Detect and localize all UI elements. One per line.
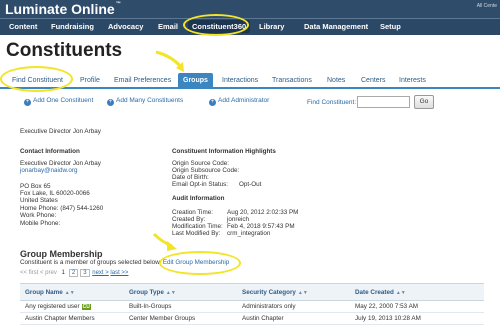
tab-interactions[interactable]: Interactions [222,77,258,84]
find-constituent-input[interactable] [357,96,410,108]
nav-content[interactable]: Content [9,22,37,31]
constituent-name: Executive Director Jon Arbay [20,128,101,135]
sort-icon: ▲▼ [297,289,308,296]
column-security-category[interactable]: Security Category ▲▼ [237,283,350,301]
cell-date-created: July 19, 2013 10:28 AM [350,312,484,325]
find-constituent-label: Find Constituent: [307,99,357,106]
group-membership-table: Group Name ▲▼ Group Type ▲▼ Security Categ… [20,283,484,325]
highlights-heading: Constituent Information Highlights [172,148,276,155]
pager-first[interactable]: << first [20,270,38,276]
tab-interests[interactable]: Interests [399,77,426,84]
modification-time-value: Feb 4, 2018 9:57:43 PM [227,223,295,230]
modified-by-value: crm_integration [227,230,271,237]
address-country: United States [20,197,58,204]
email-optin-label: Email Opt-in Status: [172,181,228,188]
cell-group-type: Center Member Groups [124,312,237,325]
work-phone: Work Phone: [20,212,57,219]
sort-icon: ▲▼ [165,289,176,296]
nav-data-management[interactable]: Data Management [304,22,368,31]
creation-time-label: Creation Time: [172,209,213,216]
plus-icon: + [24,99,31,106]
tab-transactions[interactable]: Transactions [272,77,312,84]
column-group-name[interactable]: Group Name ▲▼ [20,283,124,301]
add-many-constituents-link[interactable]: + Add Many Constituents [107,97,183,106]
center-selector[interactable]: All Cente [477,3,497,9]
group-membership-heading: Group Membership [20,249,103,259]
tab-groups[interactable]: Groups [178,73,213,89]
tab-profile[interactable]: Profile [80,77,100,84]
cell-group-type: Built-In-Groups [124,300,237,313]
pager-next[interactable]: next > [92,270,109,276]
contact-name: Executive Director Jon Arbay [20,160,101,167]
add-administrator-link[interactable]: + Add Administrator [209,97,269,106]
sort-icon: ▲▼ [395,289,406,296]
main-nav: Content Fundraising Advocacy Email Const… [0,18,500,35]
pager-page[interactable]: 3 [80,269,90,277]
address-line-2: Fox Lake, IL 60020-0066 [20,190,90,197]
cell-security-category: Austin Chapter [237,312,350,325]
tab-email-preferences[interactable]: Email Preferences [114,77,171,84]
brand-logo[interactable]: Luminate Online™ [5,1,121,17]
created-by-label: Created By: [172,216,206,223]
modification-time-label: Modification Time: [172,223,223,230]
contact-info-heading: Contact Information [20,148,80,155]
mobile-phone: Mobile Phone: [20,220,61,227]
highlight-circle-link [159,251,241,275]
page-title: Constituents [6,40,123,61]
sort-icon: ▲▼ [64,289,75,296]
cell-group-name: Any registered user CU [20,300,124,313]
tab-notes[interactable]: Notes [327,77,345,84]
plus-icon: + [107,99,114,106]
origin-source-code: Origin Source Code: [172,160,230,167]
cu-badge-icon: CU [81,304,91,310]
nav-fundraising[interactable]: Fundraising [51,22,94,31]
top-bar: Luminate Online™ All Cente [0,0,500,18]
created-by-value: jonreich [227,216,250,223]
home-phone: Home Phone: (847) 544-1260 [20,205,104,212]
pager-last[interactable]: last >> [110,270,128,276]
constituent-tabs: Find Constituent Profile Email Preferenc… [0,73,500,89]
origin-subsource-code: Origin Subsource Code: [172,167,240,174]
add-one-constituent-link[interactable]: + Add One Constituent [24,97,93,106]
creation-time-value: Aug 20, 2012 2:02:33 PM [227,209,299,216]
email-link[interactable]: jonarbay@naidw.org [20,167,78,174]
pager-page[interactable]: 1 [60,270,67,276]
pager-page[interactable]: 2 [68,269,79,277]
table-header-row: Group Name ▲▼ Group Type ▲▼ Security Categ… [20,283,484,301]
nav-library[interactable]: Library [259,22,284,31]
highlight-circle-nav [183,14,249,36]
cell-group-name: Austin Chapter Members [20,312,124,325]
cell-security-category: Administrators only [237,300,350,313]
email-optin-value: Opt-Out [239,181,262,188]
column-group-type[interactable]: Group Type ▲▼ [124,283,237,301]
modified-by-label: Last Modified By: [172,230,221,237]
date-of-birth: Date of Birth: [172,174,209,181]
column-date-created[interactable]: Date Created ▲▼ [350,283,484,301]
pager-prev[interactable]: < prev [40,270,57,276]
annotation-arrow-icon [155,50,184,72]
plus-icon: + [209,99,216,106]
tab-centers[interactable]: Centers [361,77,386,84]
highlight-circle-tab [0,66,73,92]
table-row[interactable]: Austin Chapter Members Center Member Gro… [20,312,484,325]
audit-heading: Audit Information [172,195,225,202]
pagination: << first < prev 123 next > last >> [20,269,128,277]
table-row[interactable]: Any registered user CU Built-In-Groups Ad… [20,300,484,313]
address-line-1: PO Box 65 [20,183,51,190]
nav-email[interactable]: Email [158,22,178,31]
nav-advocacy[interactable]: Advocacy [108,22,143,31]
go-button[interactable]: Go [414,95,434,109]
nav-setup[interactable]: Setup [380,22,401,31]
cell-date-created: May 22, 2000 7:53 AM [350,300,484,313]
